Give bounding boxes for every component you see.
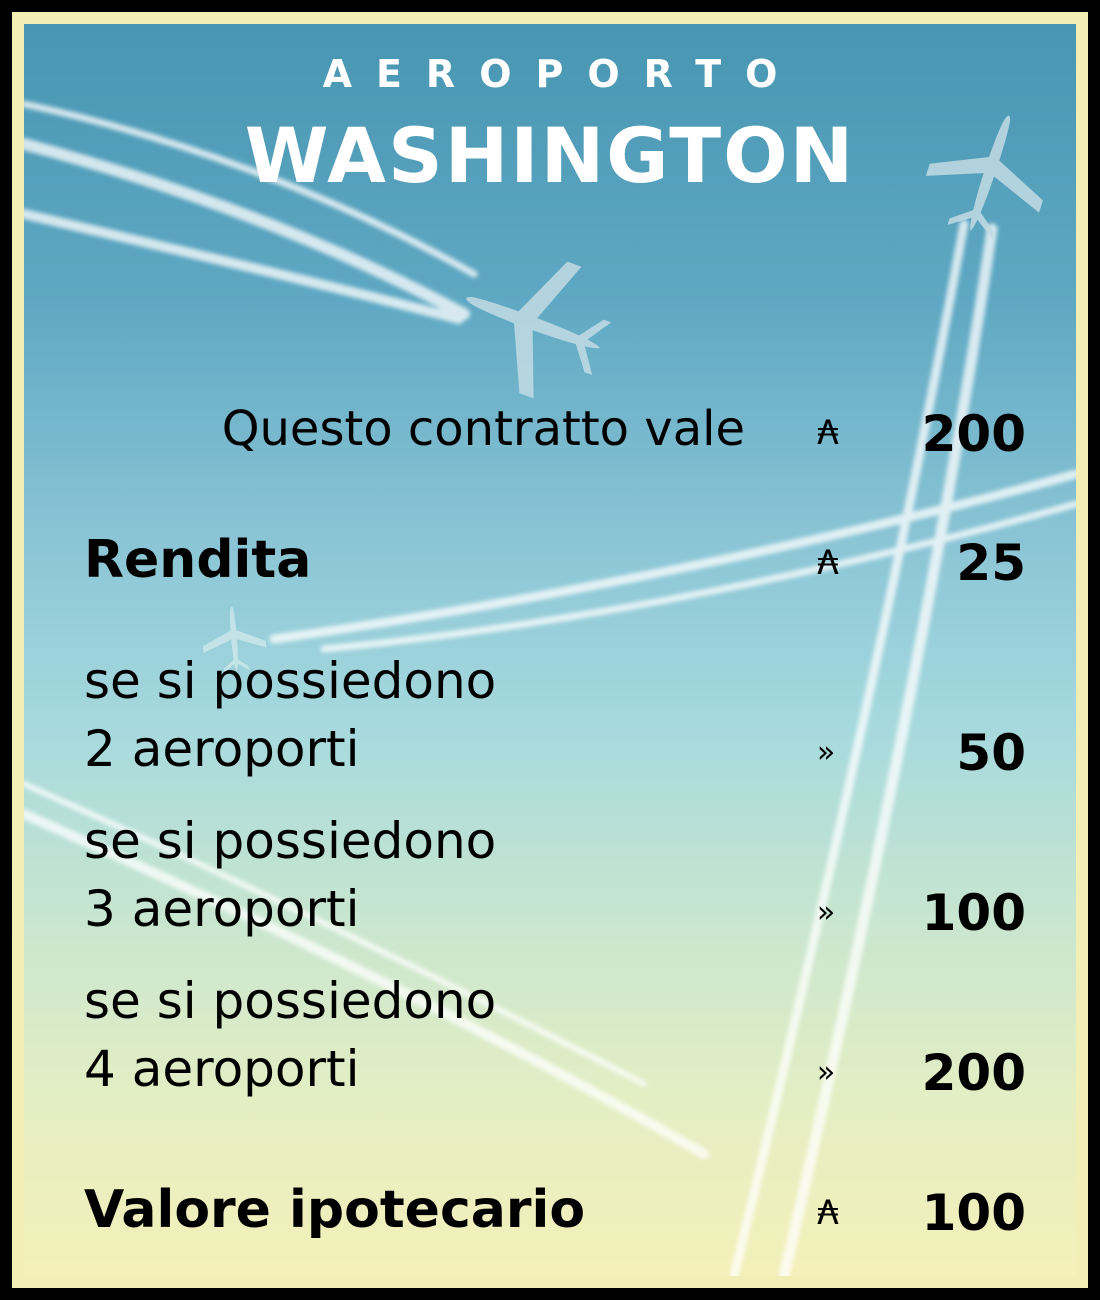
ditto-symbol: » bbox=[816, 895, 836, 930]
tier-count: 3 aeroporti bbox=[84, 880, 360, 938]
ditto-symbol: » bbox=[816, 735, 836, 770]
mortgage-value: 100 bbox=[921, 1184, 1026, 1242]
contract-value: 200 bbox=[921, 405, 1026, 463]
tier-condition: se si possiedono bbox=[84, 972, 497, 1030]
tier-value: 50 bbox=[956, 724, 1026, 782]
rent-label: Rendita bbox=[84, 530, 312, 590]
card-title: WASHINGTON bbox=[244, 111, 856, 200]
currency-symbol: ₳ bbox=[817, 413, 839, 453]
card-kicker: AEROPORTO bbox=[322, 52, 802, 96]
airplane-icon bbox=[466, 261, 612, 399]
contract-label: Questo contratto vale bbox=[221, 401, 745, 457]
ditto-symbol: » bbox=[816, 1055, 836, 1090]
tier-value: 200 bbox=[921, 1044, 1026, 1102]
tier-value: 100 bbox=[921, 884, 1026, 942]
currency-symbol: ₳ bbox=[817, 543, 839, 583]
tier-count: 2 aeroporti bbox=[84, 720, 360, 778]
property-card: AEROPORTO WASHINGTON Questo contratto va… bbox=[0, 0, 1100, 1300]
currency-symbol: ₳ bbox=[817, 1193, 839, 1233]
tier-count: 4 aeroporti bbox=[84, 1040, 360, 1098]
tier-condition: se si possiedono bbox=[84, 812, 497, 870]
rent-value: 25 bbox=[956, 534, 1026, 592]
tier-condition: se si possiedono bbox=[84, 652, 497, 710]
mortgage-label: Valore ipotecario bbox=[84, 1180, 586, 1240]
